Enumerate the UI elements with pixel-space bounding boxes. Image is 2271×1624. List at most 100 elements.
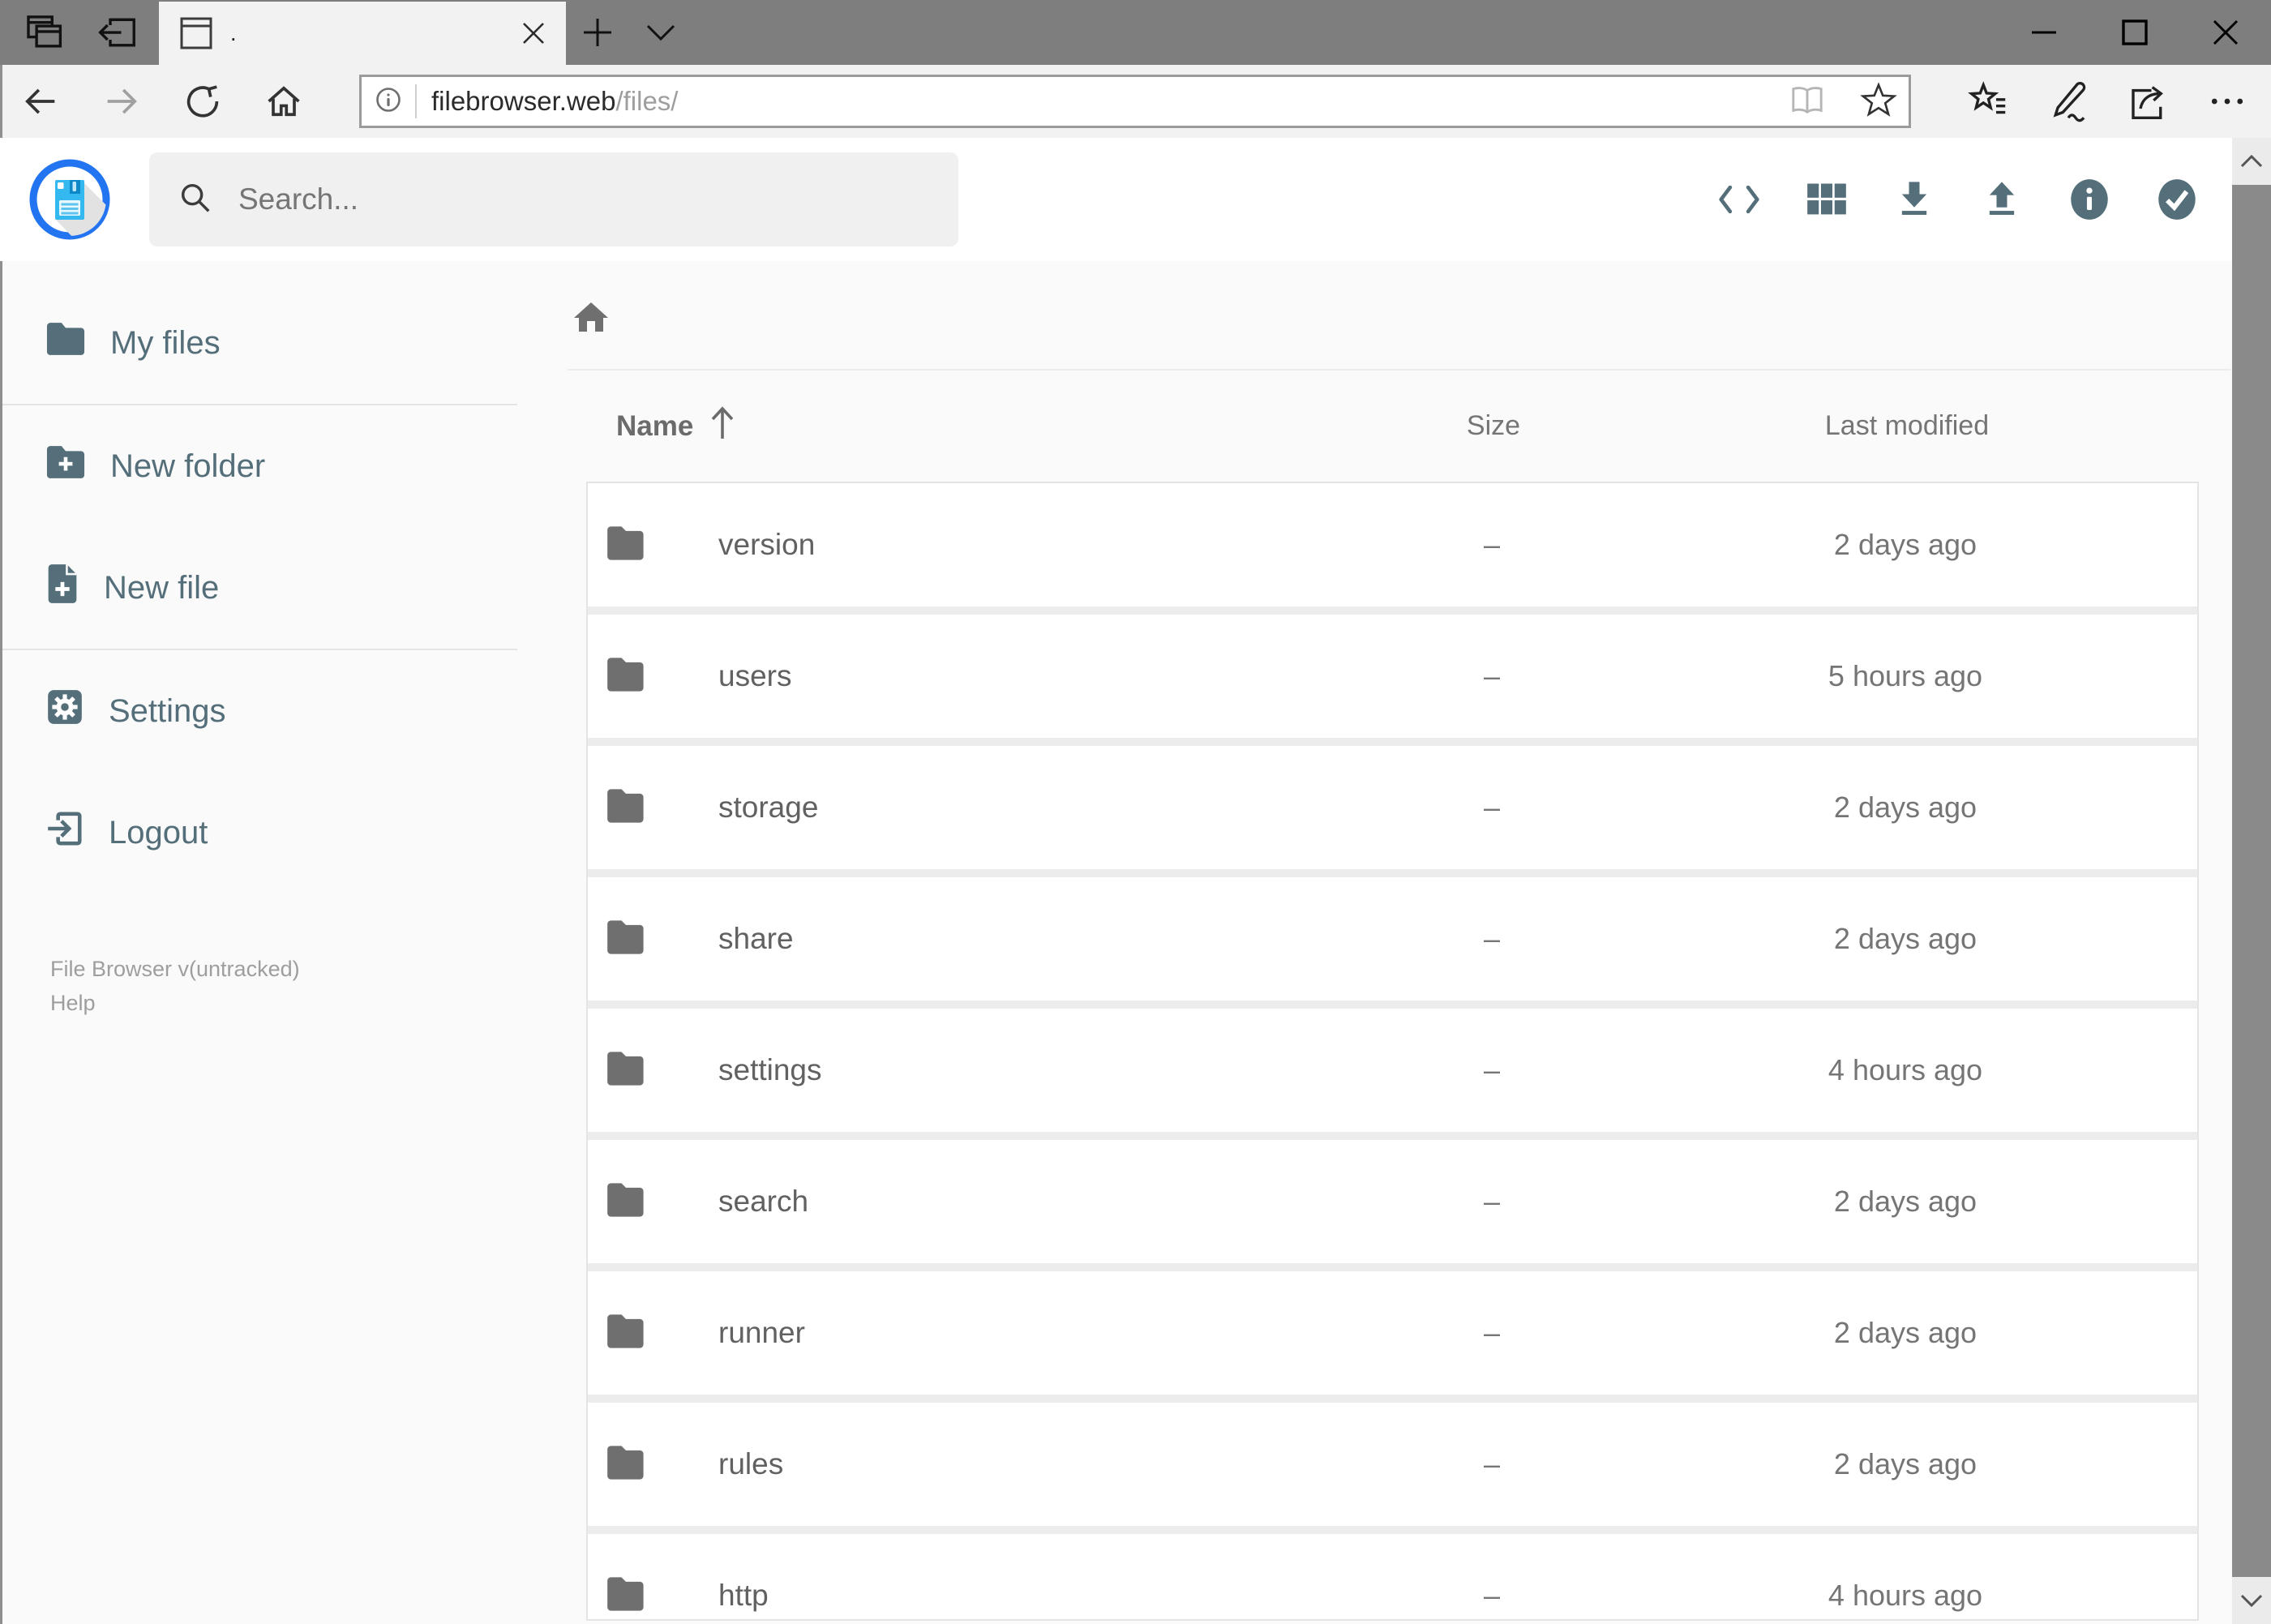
address-bar[interactable]: filebrowser.web/files/ <box>359 75 1911 128</box>
file-plus-icon <box>45 563 80 613</box>
column-header-name[interactable]: Name <box>616 410 693 443</box>
sidebar-item-new-folder[interactable]: New folder <box>0 405 551 527</box>
search-icon <box>177 179 214 221</box>
url-path: /files/ <box>615 86 679 116</box>
browser-titlebar: . <box>0 0 2271 65</box>
share-icon[interactable] <box>2108 65 2187 138</box>
folder-icon <box>606 919 648 960</box>
raw-code-view-icon[interactable] <box>1718 177 1760 222</box>
sidebar-item-label: My files <box>110 324 221 361</box>
folder-icon <box>606 1313 648 1354</box>
column-header-modified[interactable]: Last modified <box>1615 410 2199 442</box>
file-row[interactable]: share – 2 days ago <box>588 877 2197 1001</box>
file-modified: 2 days ago <box>1833 1447 1977 1480</box>
help-link[interactable]: Help <box>50 986 551 1020</box>
file-row[interactable]: runner – 2 days ago <box>588 1271 2197 1395</box>
filebrowser-logo <box>29 159 110 240</box>
file-name: http <box>718 1579 769 1612</box>
scrollbar-down-icon[interactable] <box>2232 1577 2271 1624</box>
set-tabs-aside-icon[interactable] <box>96 11 139 54</box>
sidebar-item-my-files[interactable]: My files <box>0 282 551 404</box>
settings-ellipsis-icon[interactable] <box>2187 65 2267 138</box>
search-input[interactable] <box>238 182 887 216</box>
file-size: – <box>1483 922 1501 955</box>
file-name: version <box>718 528 816 561</box>
folder-icon <box>606 525 648 566</box>
folder-icon <box>606 1050 648 1091</box>
file-row[interactable]: settings – 4 hours ago <box>588 1009 2197 1132</box>
grid-view-icon[interactable] <box>1806 177 1848 222</box>
file-row[interactable]: storage – 2 days ago <box>588 746 2197 869</box>
listing-header: Name Size Last modified <box>586 371 2199 482</box>
file-modified: 2 days ago <box>1833 528 1977 561</box>
file-size: – <box>1483 1447 1501 1480</box>
file-modified: 2 days ago <box>1833 1316 1977 1349</box>
file-size: – <box>1483 528 1501 561</box>
column-header-size[interactable]: Size <box>1372 410 1615 442</box>
file-name: runner <box>718 1316 805 1349</box>
folder-icon <box>606 1575 648 1617</box>
file-row[interactable]: users – 5 hours ago <box>588 615 2197 738</box>
file-size: – <box>1483 791 1501 824</box>
sidebar: My files New folder New file Settings Lo… <box>0 261 551 1624</box>
page-scrollbar[interactable] <box>2232 138 2271 1624</box>
scrollbar-thumb[interactable] <box>2232 185 2271 1577</box>
folder-icon <box>45 321 87 365</box>
scrollbar-up-icon[interactable] <box>2232 138 2271 185</box>
upload-icon[interactable] <box>1981 177 2023 222</box>
file-size: – <box>1483 1579 1501 1612</box>
tab-preview-icon[interactable] <box>21 11 65 54</box>
folder-icon <box>606 656 648 697</box>
folder-plus-icon <box>45 444 87 488</box>
sidebar-item-label: Logout <box>109 814 208 851</box>
browser-tab[interactable]: . <box>159 2 566 65</box>
breadcrumb-home-icon[interactable] <box>572 298 611 341</box>
sidebar-item-new-file[interactable]: New file <box>0 527 551 649</box>
file-name: settings <box>718 1053 822 1086</box>
file-row[interactable]: version – 2 days ago <box>588 483 2197 606</box>
download-icon[interactable] <box>1893 177 1935 222</box>
file-row[interactable]: http – 4 hours ago <box>588 1534 2197 1619</box>
web-note-pen-icon[interactable] <box>2029 65 2108 138</box>
file-size: – <box>1483 1316 1501 1349</box>
folder-icon <box>606 1444 648 1485</box>
sidebar-item-settings[interactable]: Settings <box>0 650 551 772</box>
file-name: rules <box>718 1447 784 1480</box>
select-check-icon[interactable] <box>2156 177 2198 222</box>
file-modified: 4 hours ago <box>1828 1579 1983 1612</box>
refresh-button[interactable] <box>162 65 243 138</box>
file-list: version – 2 days ago users – 5 hours ago <box>586 482 2199 1621</box>
tab-close-icon[interactable] <box>519 19 548 48</box>
new-tab-button[interactable] <box>566 0 629 65</box>
search-bar[interactable] <box>149 152 958 246</box>
sort-ascending-icon[interactable] <box>706 405 739 448</box>
url-divider <box>415 84 417 118</box>
filebrowser-header <box>0 138 2271 261</box>
file-name: users <box>718 659 792 692</box>
sidebar-item-logout[interactable]: Logout <box>0 772 551 893</box>
url-text[interactable]: filebrowser.web/files/ <box>431 86 1779 117</box>
home-button[interactable] <box>243 65 324 138</box>
tab-title: . <box>230 21 237 45</box>
tab-list-chevron-icon[interactable] <box>629 0 692 65</box>
file-name: storage <box>718 791 819 824</box>
add-favorite-star-icon[interactable] <box>1860 81 1897 122</box>
file-modified: 5 hours ago <box>1828 659 1983 692</box>
window-minimize-button[interactable] <box>1999 0 2089 65</box>
info-icon[interactable] <box>2068 177 2110 222</box>
site-info-icon[interactable] <box>375 86 402 118</box>
window-close-button[interactable] <box>2180 0 2271 65</box>
reading-view-icon[interactable] <box>1789 83 1826 121</box>
window-maximize-button[interactable] <box>2089 0 2180 65</box>
folder-icon <box>606 1181 648 1223</box>
file-modified: 2 days ago <box>1833 922 1977 955</box>
forward-button[interactable] <box>81 65 162 138</box>
back-button[interactable] <box>0 65 81 138</box>
file-size: – <box>1483 1053 1501 1086</box>
breadcrumb <box>572 300 2271 339</box>
file-name: search <box>718 1185 809 1218</box>
file-name: share <box>718 922 794 955</box>
hub-favorites-icon[interactable] <box>1949 65 2029 138</box>
file-row[interactable]: rules – 2 days ago <box>588 1403 2197 1526</box>
file-row[interactable]: search – 2 days ago <box>588 1140 2197 1263</box>
